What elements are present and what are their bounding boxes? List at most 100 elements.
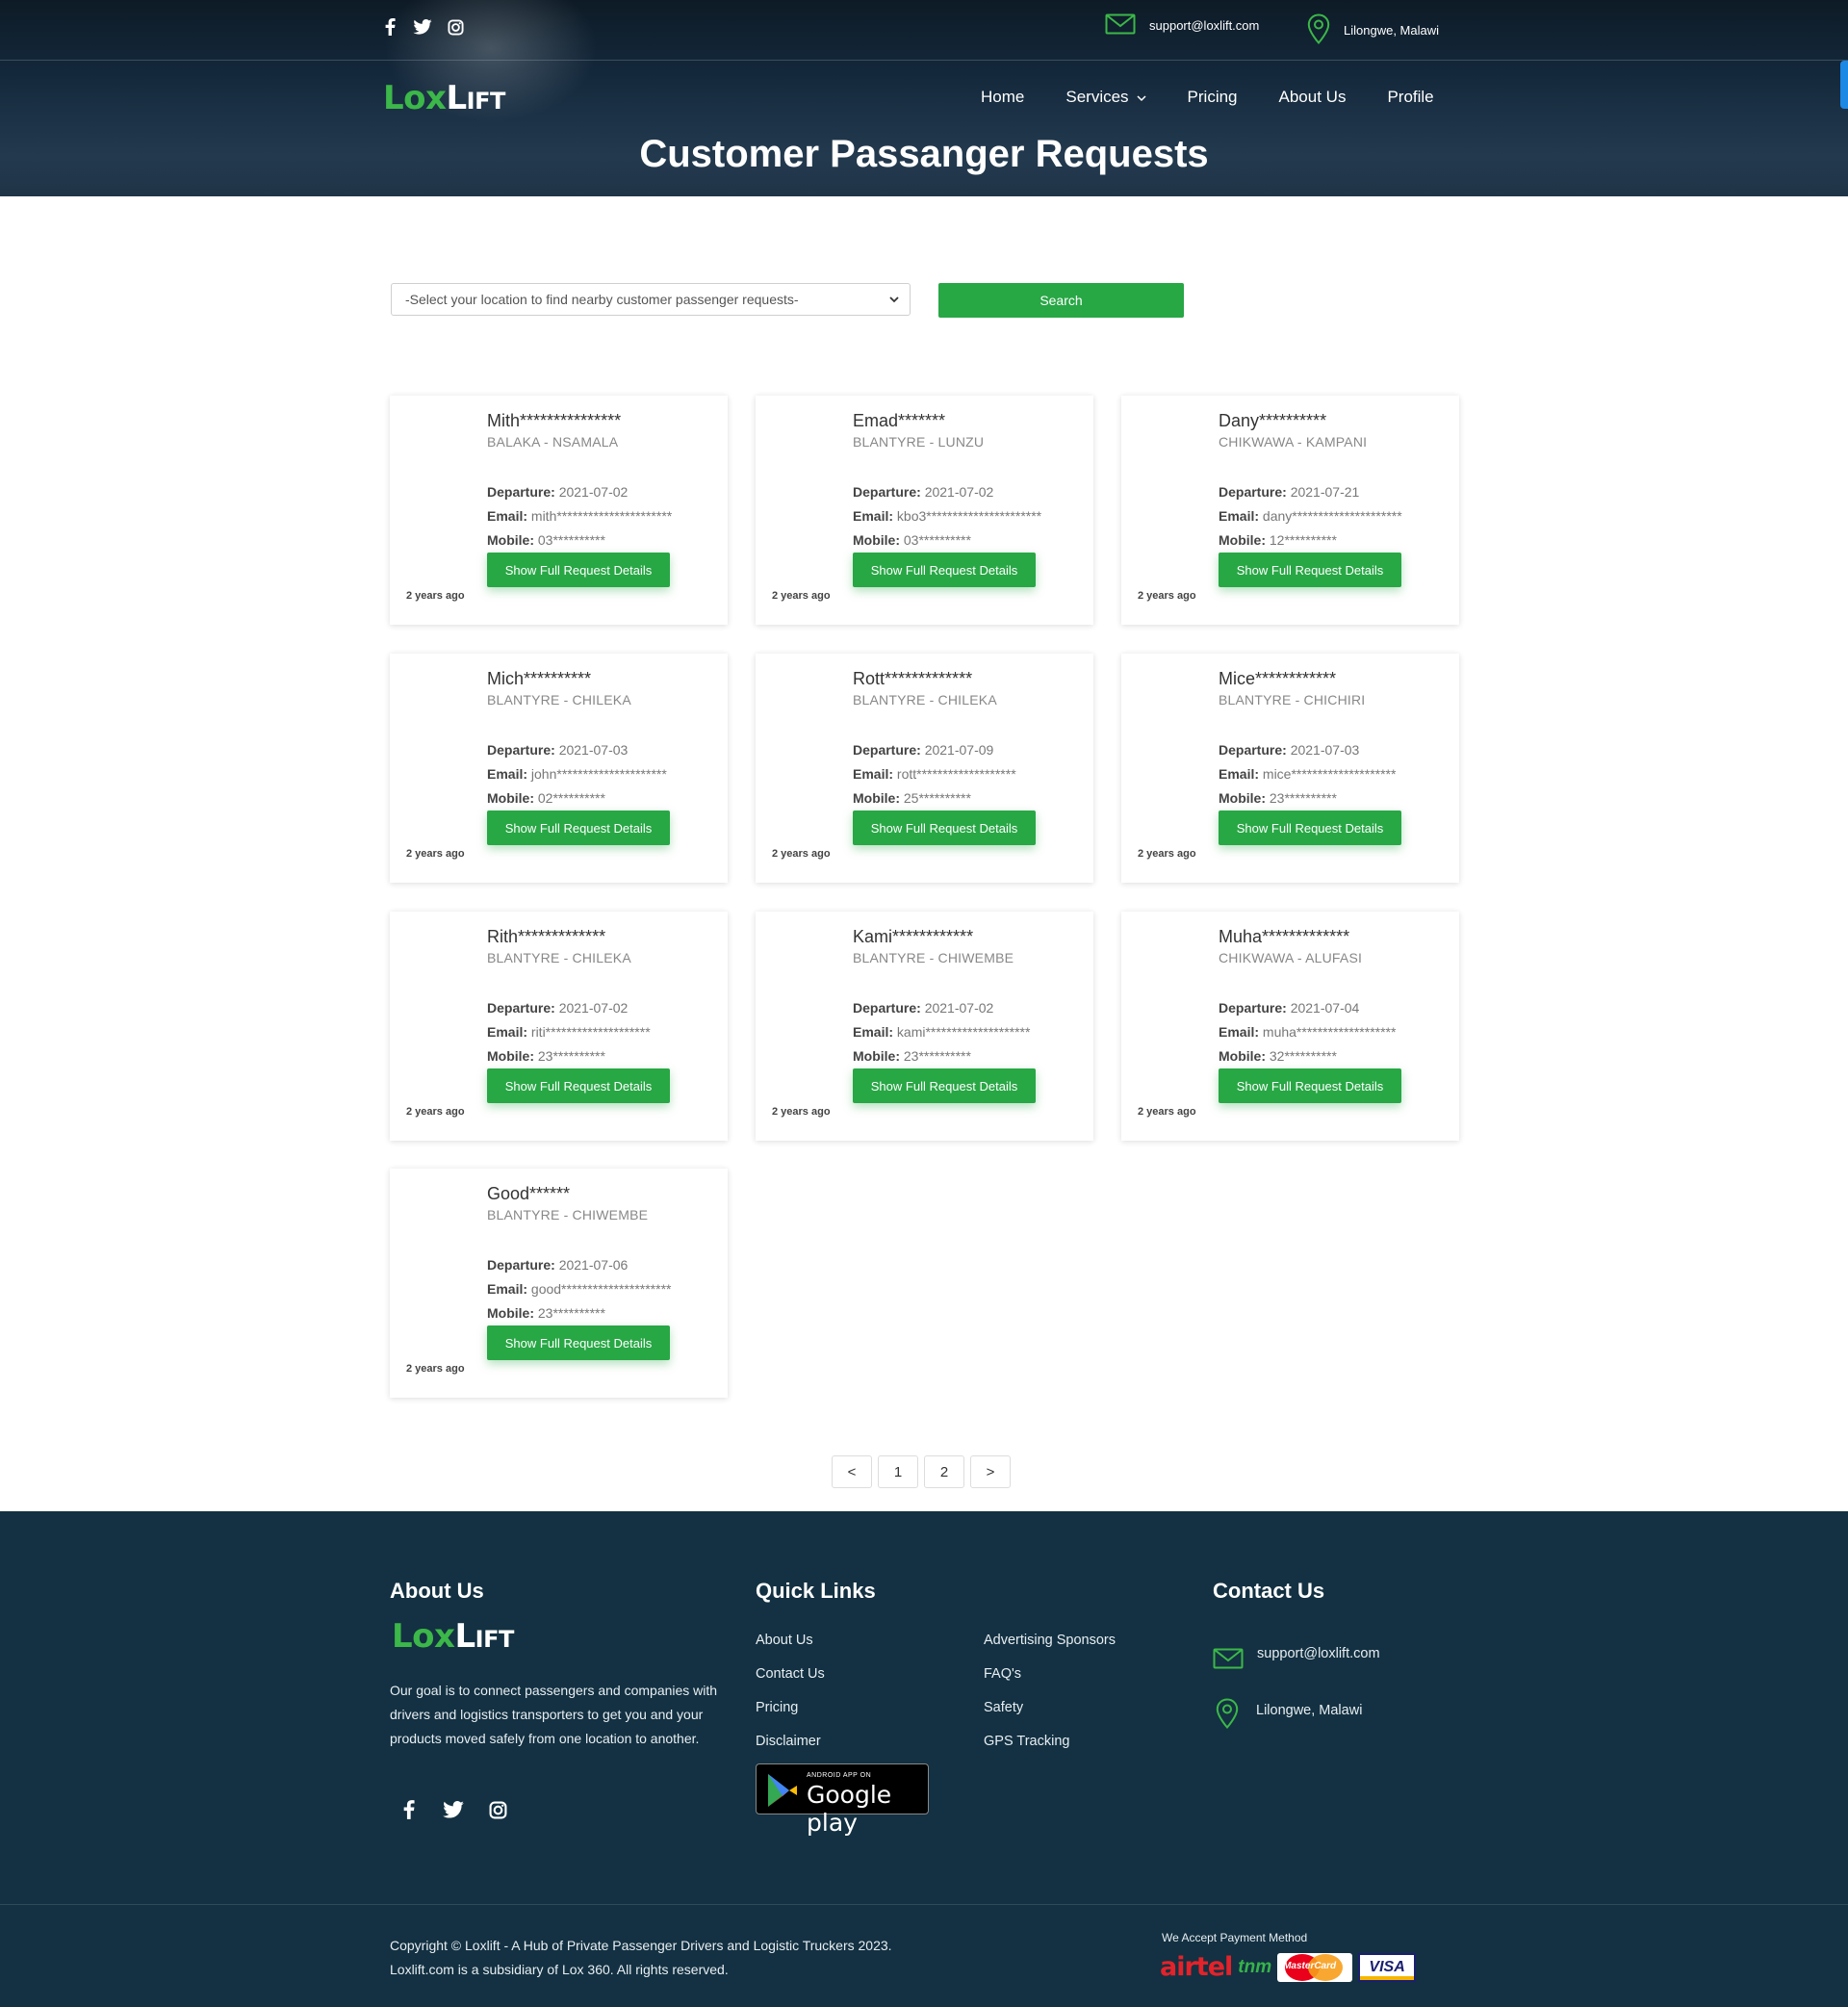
email-label: Email: (487, 1024, 528, 1040)
request-name: Rith************* (487, 927, 606, 946)
request-departure: Departure: 2021-07-02 (853, 484, 993, 500)
quick-link-pricing[interactable]: Pricing (756, 1700, 798, 1715)
request-mobile: Mobile: 02********** (487, 790, 605, 806)
search-section: -Select your location to find nearby cus… (0, 196, 1848, 360)
instagram-icon[interactable] (486, 1798, 509, 1821)
request-mobile: Mobile: 23********** (487, 1305, 605, 1321)
facebook-icon[interactable] (380, 17, 399, 37)
mobile-label: Mobile: (1219, 790, 1266, 806)
nav-about[interactable]: About Us (1279, 88, 1347, 107)
show-details-button[interactable]: Show Full Request Details (1219, 553, 1401, 587)
request-name: Kami************ (853, 927, 974, 946)
show-details-button[interactable]: Show Full Request Details (487, 811, 670, 845)
request-timestamp: 2 years ago (772, 590, 831, 602)
show-details-button[interactable]: Show Full Request Details (487, 1068, 670, 1103)
search-button[interactable]: Search (938, 283, 1184, 318)
quick-link-faq[interactable]: FAQ's (984, 1666, 1021, 1682)
show-details-button[interactable]: Show Full Request Details (853, 553, 1036, 587)
pagination-page-2[interactable]: 2 (924, 1455, 964, 1488)
footer-logo[interactable]: LoxLift (392, 1617, 514, 1656)
request-timestamp: 2 years ago (1138, 1106, 1196, 1118)
request-email: Email: kbo3********************** (853, 508, 1041, 524)
mobile-label: Mobile: (853, 1048, 900, 1064)
quick-link-about[interactable]: About Us (756, 1633, 813, 1648)
show-details-button[interactable]: Show Full Request Details (1219, 811, 1401, 845)
email-value: kami******************** (896, 1024, 1031, 1040)
show-details-button[interactable]: Show Full Request Details (1219, 1068, 1401, 1103)
request-cards-grid: Mith*************** BALAKA - NSAMALA Depar… (0, 360, 1848, 1455)
departure-label: Departure: (853, 1000, 921, 1016)
request-name: Mith*************** (487, 411, 622, 430)
top-email[interactable]: support@loxlift.com (1105, 13, 1259, 38)
request-name: Good****** (487, 1184, 571, 1203)
google-play-big-text: Google play (807, 1781, 892, 1837)
mobile-value: 32********** (1269, 1048, 1337, 1064)
instagram-icon[interactable] (446, 17, 465, 37)
departure-value: 2021-07-03 (1290, 742, 1360, 758)
email-label: Email: (853, 1024, 894, 1040)
visa-logo: VISA (1358, 1952, 1417, 1982)
request-name: Emad******* (853, 411, 946, 430)
nav-profile[interactable]: Profile (1387, 88, 1433, 107)
nav-home[interactable]: Home (981, 88, 1024, 107)
top-email-text: support@loxlift.com (1149, 18, 1260, 33)
pagination-next[interactable]: > (970, 1455, 1011, 1488)
nav-pricing[interactable]: Pricing (1188, 88, 1238, 107)
request-timestamp: 2 years ago (406, 1106, 465, 1118)
email-value: rott******************* (896, 766, 1016, 782)
request-departure: Departure: 2021-07-02 (853, 1000, 993, 1016)
request-mobile: Mobile: 23********** (853, 1048, 971, 1064)
request-card: Rott************* BLANTYRE - CHILEKA Depar… (756, 654, 1093, 883)
request-email: Email: muha******************* (1219, 1024, 1396, 1040)
footer-contact-email[interactable]: support@loxlift.com (1213, 1646, 1380, 1673)
footer-contact-email-text: support@loxlift.com (1257, 1646, 1380, 1661)
nav-services[interactable]: Services (1065, 88, 1146, 107)
copyright-line-1: Copyright © Loxlift - A Hub of Private P… (390, 1938, 892, 1953)
request-route: BLANTYRE - CHIWEMBE (487, 1207, 649, 1222)
location-select[interactable]: -Select your location to find nearby cus… (391, 283, 911, 316)
mobile-label: Mobile: (853, 532, 900, 548)
side-feedback-tab[interactable] (1840, 61, 1848, 109)
twitter-icon[interactable] (413, 17, 432, 37)
request-departure: Departure: 2021-07-03 (1219, 742, 1359, 758)
quick-link-disclaimer[interactable]: Disclaimer (756, 1734, 821, 1749)
show-details-button[interactable]: Show Full Request Details (853, 1068, 1036, 1103)
google-play-badge[interactable]: ANDROID APP ON Google play (756, 1763, 929, 1837)
chevron-down-icon (1137, 88, 1146, 107)
show-details-button[interactable]: Show Full Request Details (487, 1325, 670, 1360)
map-pin-icon (1307, 13, 1330, 47)
request-email: Email: mice******************** (1219, 766, 1396, 782)
footer-quick-links-heading: Quick Links (756, 1579, 876, 1603)
request-email: Email: mith********************** (487, 508, 672, 524)
twitter-icon[interactable] (442, 1798, 465, 1821)
hero-header: support@loxlift.com Lilongwe, Malawi Lox… (0, 0, 1848, 196)
email-label: Email: (853, 508, 894, 524)
email-label: Email: (1219, 508, 1260, 524)
pagination-prev[interactable]: < (832, 1455, 872, 1488)
quick-link-gps[interactable]: GPS Tracking (984, 1734, 1069, 1749)
request-route: BLANTYRE - LUNZU (853, 434, 985, 450)
footer-contact-location-text: Lilongwe, Malawi (1256, 1703, 1363, 1718)
request-timestamp: 2 years ago (406, 590, 465, 602)
email-value: mice******************** (1262, 766, 1397, 782)
departure-label: Departure: (487, 484, 555, 500)
envelope-icon (1105, 13, 1136, 38)
request-timestamp: 2 years ago (1138, 590, 1196, 602)
quick-link-advertising[interactable]: Advertising Sponsors (984, 1633, 1116, 1648)
pagination-page-1[interactable]: 1 (878, 1455, 918, 1488)
show-details-button[interactable]: Show Full Request Details (853, 811, 1036, 845)
departure-label: Departure: (853, 742, 921, 758)
quick-link-safety[interactable]: Safety (984, 1700, 1023, 1715)
mobile-value: 23********** (537, 1048, 605, 1064)
request-departure: Departure: 2021-07-03 (487, 742, 628, 758)
mobile-label: Mobile: (487, 790, 534, 806)
departure-value: 2021-07-21 (1290, 484, 1360, 500)
show-details-button[interactable]: Show Full Request Details (487, 553, 670, 587)
request-card: Mice************ BLANTYRE - CHICHIRI Depar… (1121, 654, 1459, 883)
tnm-logo: tnm (1238, 1956, 1272, 1977)
facebook-icon[interactable] (398, 1798, 421, 1821)
mobile-value: 02********** (537, 790, 605, 806)
site-logo[interactable]: LoxLift (383, 79, 505, 117)
quick-link-contact[interactable]: Contact Us (756, 1666, 825, 1682)
mobile-label: Mobile: (1219, 1048, 1266, 1064)
